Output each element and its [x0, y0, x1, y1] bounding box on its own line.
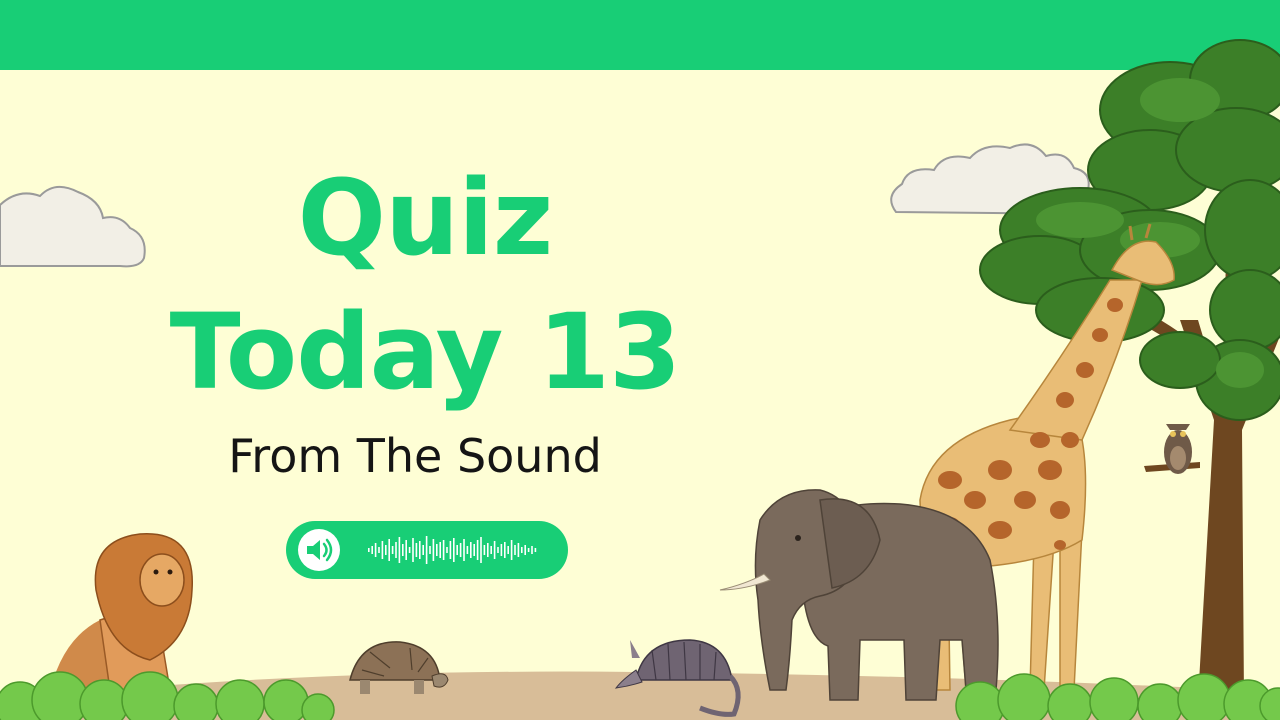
waveform-bar	[534, 548, 537, 552]
elephant	[719, 489, 999, 701]
waveform-bar	[476, 540, 479, 560]
waveform-bar	[368, 548, 370, 552]
tree	[979, 39, 1280, 700]
waveform-bar	[473, 544, 475, 556]
waveform-bar	[449, 541, 452, 559]
waveform-bar	[439, 542, 441, 558]
waveform-bar	[490, 546, 492, 554]
waveform-bar	[385, 545, 387, 555]
waveform-bar	[371, 546, 373, 554]
waveform-bar	[442, 540, 445, 560]
waveform-bar	[405, 540, 407, 560]
waveform-bar	[500, 544, 503, 556]
waveform-bar	[497, 547, 499, 553]
waveform-bar	[514, 545, 516, 555]
waveform-bar	[415, 543, 418, 557]
waveform-bar	[507, 546, 509, 554]
waveform-bar	[521, 547, 523, 553]
waveform-bar	[527, 548, 530, 552]
title-line-today: Today 13	[169, 291, 682, 413]
waveform-bar	[395, 542, 397, 558]
waveform-bar	[402, 544, 404, 556]
waveform-bar	[419, 541, 421, 559]
waveform-bar	[378, 547, 380, 553]
waveform-bar	[463, 539, 465, 561]
waveform-bar	[408, 547, 411, 553]
title-line-quiz: Quiz	[297, 157, 554, 279]
waveform-bar	[531, 546, 533, 554]
waveform-bar	[374, 543, 377, 557]
waveform-bar	[429, 546, 431, 554]
waveform-bar	[493, 541, 496, 559]
waveform-bar	[422, 545, 424, 555]
waveform-bar	[456, 545, 458, 555]
waveform-bar	[432, 539, 435, 561]
waveform-bar	[483, 545, 486, 555]
audio-player[interactable]	[286, 521, 568, 579]
waveform-bar	[510, 540, 513, 560]
waveform-bar	[398, 537, 401, 563]
waveform-bar	[453, 538, 455, 562]
subtitle: From The Sound	[228, 429, 602, 483]
owl	[1164, 424, 1192, 474]
waveform-bar	[470, 542, 472, 558]
waveform-bar	[388, 539, 390, 561]
waveform-bar	[412, 538, 414, 562]
waveform-bar	[391, 546, 394, 554]
audio-waveform	[368, 536, 537, 564]
waveform-bar	[466, 546, 469, 554]
waveform-bar	[381, 541, 384, 559]
waveform-bar	[425, 536, 428, 564]
waveform-bar	[459, 543, 462, 557]
waveform-bar	[436, 544, 438, 556]
waveform-bar	[517, 543, 520, 557]
waveform-bar	[524, 545, 526, 555]
waveform-bar	[446, 547, 448, 553]
waveform-bar	[487, 543, 489, 557]
speaker-icon[interactable]	[298, 529, 340, 571]
waveform-bar	[480, 537, 482, 563]
waveform-bar	[504, 542, 506, 558]
